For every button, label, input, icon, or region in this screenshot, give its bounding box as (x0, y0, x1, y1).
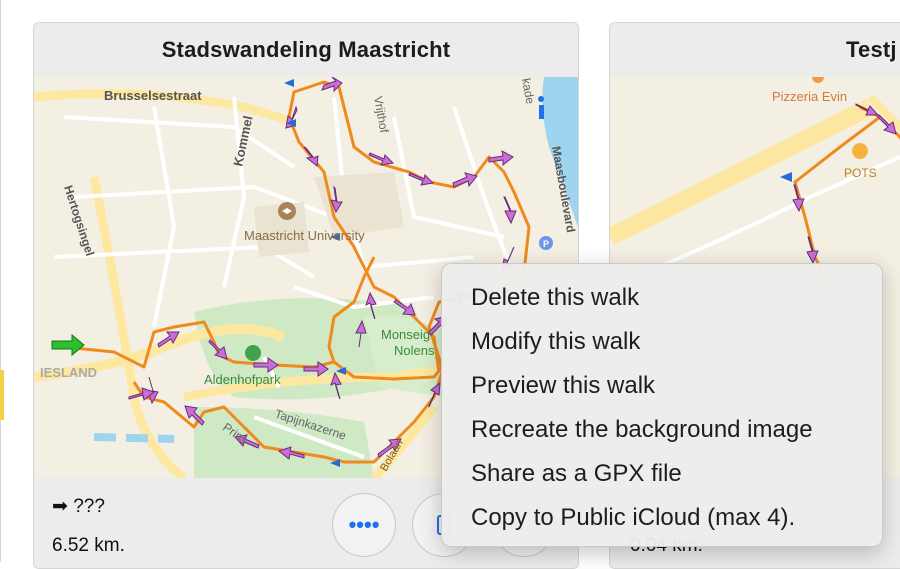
walk-context-menu[interactable]: Delete this walk Modify this walk Previe… (441, 263, 883, 547)
walk-distance: 6.52 km. (52, 535, 125, 556)
label-monseig: Monseig (381, 327, 430, 342)
menu-item-recreate-background[interactable]: Recreate the background image (442, 408, 882, 452)
menu-item-delete[interactable]: Delete this walk (442, 276, 882, 320)
menu-item-copy-icloud[interactable]: Copy to Public iCloud (max 4). (442, 496, 882, 540)
walk-title: Testj (846, 37, 897, 62)
label-pizzeria: Pizzeria Evin (772, 89, 847, 104)
label-brusselsestraat: Brusselsestraat (104, 88, 202, 103)
divider (0, 0, 1, 562)
more-dots-icon: •••• (348, 512, 380, 537)
walk-title: Stadswandeling Maastricht (161, 37, 451, 62)
svg-text:P: P (543, 239, 549, 249)
food-icon (852, 143, 868, 159)
park-icon (245, 345, 261, 361)
previous-card-edge (0, 0, 34, 562)
menu-item-share-gpx[interactable]: Share as a GPX file (442, 452, 882, 496)
more-button[interactable]: •••• (332, 493, 396, 557)
walk-direction: ➡ ??? (52, 496, 105, 517)
map-fragment (0, 370, 4, 420)
menu-item-preview[interactable]: Preview this walk (442, 364, 882, 408)
label-aldenhofpark: Aldenhofpark (204, 372, 281, 387)
label-university: Maastricht University (244, 228, 365, 243)
label-iesland: IESLAND (40, 365, 97, 380)
menu-item-modify[interactable]: Modify this walk (442, 320, 882, 364)
info-icon (539, 105, 544, 119)
label-nolens: Nolens (394, 343, 435, 358)
label-pots: POTS (844, 166, 877, 180)
canal (93, 433, 175, 443)
